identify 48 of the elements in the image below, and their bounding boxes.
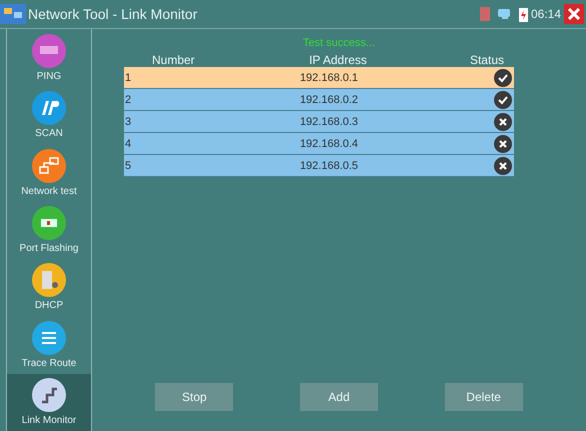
ip-cell-text: 192.168.0.5 <box>298 160 360 172</box>
ping-app-icon <box>32 34 66 68</box>
sidebar-item[interactable]: PING <box>7 29 91 86</box>
number-cell-text: 3 <box>124 116 132 128</box>
app-icon <box>0 4 26 24</box>
table-row[interactable]: 1 192.168.0.1 <box>124 67 514 89</box>
table-row[interactable]: 5 192.168.0.5 <box>124 155 514 177</box>
number-cell-text: 2 <box>124 94 132 106</box>
sidebar-label: DHCP <box>34 300 64 312</box>
table-row[interactable]: 3 192.168.0.3 <box>124 111 514 133</box>
number-cell-text: 5 <box>124 160 132 172</box>
sidebar-label: Port Flashing <box>20 242 78 254</box>
sidebar-label: Trace Route <box>22 358 76 369</box>
column-header: IP Address <box>308 53 368 67</box>
sidebar-item[interactable]: Link Monitor <box>7 374 91 431</box>
ip-cell-text: 192.168.0.1 <box>298 72 360 84</box>
number-cell-text: 1 <box>124 72 132 84</box>
sidebar-item[interactable]: SCAN <box>7 86 91 144</box>
link-path-icon <box>32 378 66 412</box>
column-header: Status <box>468 53 505 67</box>
action-button[interactable]: Delete <box>444 383 523 411</box>
sidebar-label: Link Monitor <box>22 415 76 426</box>
sidebar-label: SCAN <box>35 128 63 140</box>
column-header: Number <box>151 53 196 67</box>
close-button[interactable] <box>564 4 584 24</box>
sidebar-label: PING <box>36 70 62 82</box>
sidebar-item[interactable]: Network test <box>7 144 91 202</box>
ip-cell-text: 192.168.0.4 <box>298 138 360 150</box>
ip-cell-text: 192.168.0.3 <box>298 116 360 128</box>
network-icon <box>32 148 66 183</box>
sidebar-item[interactable]: Port Flashing <box>7 201 91 259</box>
sd-card-icon <box>480 7 490 21</box>
table-row[interactable]: 2 192.168.0.2 <box>124 89 514 111</box>
action-button[interactable]: Add <box>300 383 378 411</box>
battery-icon <box>518 6 528 22</box>
ip-cell-text: 192.168.0.2 <box>298 94 360 106</box>
close-icon <box>568 8 580 20</box>
status-message: Test success... <box>302 37 376 51</box>
number-cell-text: 4 <box>124 138 132 150</box>
sidebar-label: Network test <box>21 186 77 197</box>
table-row[interactable]: 4 192.168.0.4 <box>124 133 514 155</box>
clock-text: 06:14 <box>530 7 561 21</box>
sidebar-item[interactable]: DHCP <box>7 258 91 316</box>
ip-scan-icon <box>32 91 66 126</box>
window-title: Network Tool - Link Monitor <box>28 6 198 22</box>
sidebar-item[interactable]: Trace Route <box>7 316 91 374</box>
port-icon <box>32 206 66 240</box>
action-button[interactable]: Stop <box>155 383 234 411</box>
